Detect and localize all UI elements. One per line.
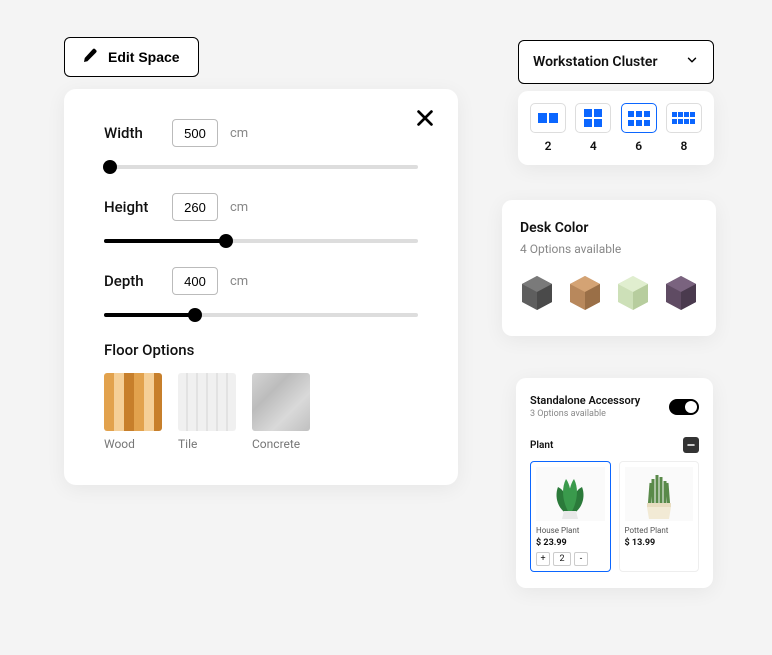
collapse-button[interactable] bbox=[683, 437, 699, 453]
cluster-select-label: Workstation Cluster bbox=[533, 54, 658, 70]
desk-color-subtitle: 4 Options available bbox=[520, 242, 698, 256]
floor-options-title: Floor Options bbox=[104, 341, 418, 359]
qty-decrease-button[interactable]: - bbox=[574, 552, 588, 566]
depth-row: Depth cm bbox=[104, 267, 418, 317]
width-row: Width cm bbox=[104, 119, 418, 169]
cluster-num: 2 bbox=[530, 139, 566, 153]
height-input[interactable] bbox=[172, 193, 218, 221]
cluster-icon-2 bbox=[530, 103, 566, 133]
desk-color-brown[interactable] bbox=[568, 274, 602, 316]
plant-price: $ 13.99 bbox=[625, 538, 694, 548]
plant-price: $ 23.99 bbox=[536, 538, 605, 548]
qty-value: 2 bbox=[553, 552, 571, 566]
cluster-icon-6 bbox=[621, 103, 657, 133]
depth-unit: cm bbox=[230, 274, 248, 289]
depth-label: Depth bbox=[104, 272, 160, 290]
accessory-toggle[interactable] bbox=[669, 399, 699, 415]
edit-space-button[interactable]: Edit Space bbox=[64, 37, 199, 77]
height-label: Height bbox=[104, 198, 160, 216]
floor-name: Wood bbox=[104, 437, 162, 451]
width-unit: cm bbox=[230, 126, 248, 141]
depth-input[interactable] bbox=[172, 267, 218, 295]
floor-option-wood[interactable]: Wood bbox=[104, 373, 162, 451]
cluster-select[interactable]: Workstation Cluster bbox=[518, 40, 714, 84]
plant-name: Potted Plant bbox=[625, 526, 694, 535]
desk-color-title: Desk Color bbox=[520, 220, 698, 236]
cluster-sizes-card: 2 4 6 8 bbox=[518, 91, 714, 165]
height-unit: cm bbox=[230, 200, 248, 215]
desk-color-green[interactable] bbox=[616, 274, 650, 316]
potted-plant-icon bbox=[625, 467, 694, 521]
cluster-num: 8 bbox=[666, 139, 702, 153]
accessory-subtitle: 3 Options available bbox=[530, 409, 640, 419]
plant-name: House Plant bbox=[536, 526, 605, 535]
floor-option-concrete[interactable]: Concrete bbox=[252, 373, 310, 451]
cluster-num: 4 bbox=[575, 139, 611, 153]
floor-option-tile[interactable]: Tile bbox=[178, 373, 236, 451]
house-plant-icon bbox=[536, 467, 605, 521]
cluster-icon-4 bbox=[575, 103, 611, 133]
floor-options: Wood Tile Concrete bbox=[104, 373, 418, 451]
concrete-swatch bbox=[252, 373, 310, 431]
edit-space-panel: Width cm Height cm Depth cm bbox=[64, 89, 458, 485]
cluster-option-6[interactable]: 6 bbox=[621, 103, 657, 153]
width-slider[interactable] bbox=[104, 165, 418, 169]
cluster-option-4[interactable]: 4 bbox=[575, 103, 611, 153]
cluster-num: 6 bbox=[621, 139, 657, 153]
width-input[interactable] bbox=[172, 119, 218, 147]
edit-space-label: Edit Space bbox=[108, 49, 180, 65]
pencil-icon bbox=[83, 48, 98, 66]
accessory-card: Standalone Accessory 3 Options available… bbox=[516, 378, 713, 588]
plant-group-label: Plant bbox=[530, 440, 553, 451]
accessory-title: Standalone Accessory bbox=[530, 394, 640, 407]
tile-swatch bbox=[178, 373, 236, 431]
desk-color-card: Desk Color 4 Options available bbox=[502, 200, 716, 336]
qty-increase-button[interactable]: + bbox=[536, 552, 550, 566]
cluster-icon-8 bbox=[666, 103, 702, 133]
plant-card-house[interactable]: House Plant $ 23.99 + 2 - bbox=[530, 461, 611, 572]
floor-name: Tile bbox=[178, 437, 236, 451]
cluster-option-8[interactable]: 8 bbox=[666, 103, 702, 153]
height-row: Height cm bbox=[104, 193, 418, 243]
floor-name: Concrete bbox=[252, 437, 310, 451]
desk-color-purple[interactable] bbox=[664, 274, 698, 316]
cluster-option-2[interactable]: 2 bbox=[530, 103, 566, 153]
height-slider[interactable] bbox=[104, 239, 418, 243]
plant-card-potted[interactable]: Potted Plant $ 13.99 bbox=[619, 461, 700, 572]
close-icon[interactable] bbox=[414, 107, 436, 133]
desk-color-gray[interactable] bbox=[520, 274, 554, 316]
chevron-down-icon bbox=[685, 53, 699, 71]
width-label: Width bbox=[104, 124, 160, 142]
wood-swatch bbox=[104, 373, 162, 431]
depth-slider[interactable] bbox=[104, 313, 418, 317]
